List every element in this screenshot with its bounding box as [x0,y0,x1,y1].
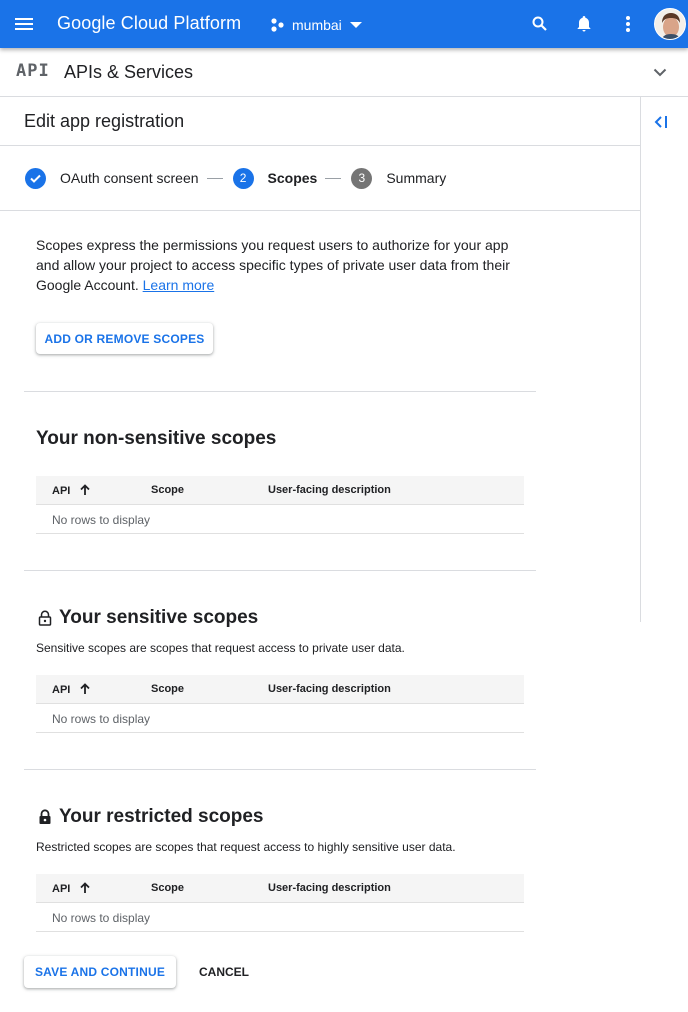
empty-table-message: No rows to display [36,704,524,733]
section-title-text: Your restricted scopes [59,806,264,827]
dropdown-caret-icon [349,22,362,28]
sensitive-scopes-title: Your sensitive scopes [36,607,258,629]
empty-table-message: No rows to display [36,903,524,932]
chevron-down-icon[interactable] [648,60,672,84]
intro-text: Scopes express the permissions you reque… [36,237,510,293]
table-header: API Scope User-facing description [36,476,524,505]
stepper: OAuth consent screen 2 Scopes 3 Summary [0,146,640,211]
column-header-description[interactable]: User-facing description [268,484,391,496]
restricted-scopes-title: Your restricted scopes [36,806,264,828]
learn-more-link[interactable]: Learn more [143,277,215,293]
sort-arrow-up-icon [80,882,90,893]
step-separator [325,177,342,179]
column-label: API [52,683,71,696]
check-circle-icon [25,167,46,189]
more-vert-icon[interactable] [616,12,640,36]
restricted-scopes-description: Restricted scopes are scopes that reques… [36,840,456,854]
column-header-scope[interactable]: Scope [151,683,184,695]
divider [24,570,536,571]
api-logo-icon: API [16,61,50,81]
step-oauth-consent[interactable]: OAuth consent screen [25,167,199,189]
search-icon[interactable] [528,12,552,36]
sensitive-scopes-table: API Scope User-facing description No row… [36,675,524,733]
service-header: API APIs & Services [0,48,688,97]
step-number: 2 [232,167,254,189]
collapse-panel-icon[interactable] [650,110,674,134]
brand-title[interactable]: Google Cloud Platform [57,13,241,34]
column-label: API [52,882,71,895]
save-and-continue-button[interactable]: SAVE AND CONTINUE [24,956,176,988]
empty-table-message: No rows to display [36,505,524,534]
project-name: mumbai [292,17,342,33]
column-header-api[interactable]: API [52,683,92,696]
non-sensitive-scopes-title: Your non-sensitive scopes [36,428,276,450]
service-title: APIs & Services [64,62,194,82]
column-header-api[interactable]: API [52,484,92,497]
avatar[interactable] [654,8,686,40]
column-header-scope[interactable]: Scope [151,484,184,496]
step-number: 3 [351,167,373,189]
restricted-scopes-table: API Scope User-facing description No row… [36,874,524,932]
menu-icon[interactable] [12,12,36,36]
sort-arrow-up-icon [80,683,90,694]
cancel-button[interactable]: CANCEL [190,956,258,988]
scopes-intro: Scopes express the permissions you reque… [36,235,526,295]
step-separator [206,177,223,179]
column-header-description[interactable]: User-facing description [268,882,391,894]
table-header: API Scope User-facing description [36,675,524,704]
column-header-scope[interactable]: Scope [151,882,184,894]
step-summary[interactable]: 3 Summary [351,167,447,189]
column-header-description[interactable]: User-facing description [268,683,391,695]
sensitive-scopes-description: Sensitive scopes are scopes that request… [36,641,405,655]
column-header-api[interactable]: API [52,882,92,895]
add-remove-scopes-button[interactable]: ADD OR REMOVE SCOPES [36,323,213,354]
top-app-bar: Google Cloud Platform mumbai [0,0,688,48]
notifications-icon[interactable] [572,12,596,36]
project-dots-icon [270,17,286,33]
step-label: Summary [386,170,447,186]
step-label: Scopes [267,170,318,186]
lock-outline-icon [38,610,52,626]
step-scopes[interactable]: 2 Scopes [232,167,318,189]
sort-arrow-up-icon [80,484,90,495]
page-header: Edit app registration [0,97,640,146]
lock-icon [39,809,51,824]
divider [24,769,536,770]
page-title: Edit app registration [24,111,185,131]
project-selector[interactable]: mumbai [270,10,362,40]
table-header: API Scope User-facing description [36,874,524,903]
step-label: OAuth consent screen [60,170,199,186]
side-panel-divider [640,97,641,622]
section-title-text: Your sensitive scopes [59,607,259,628]
section-title-text: Your non-sensitive scopes [36,428,277,449]
column-label: API [52,484,71,497]
non-sensitive-scopes-table: API Scope User-facing description No row… [36,476,524,534]
divider [24,391,536,392]
